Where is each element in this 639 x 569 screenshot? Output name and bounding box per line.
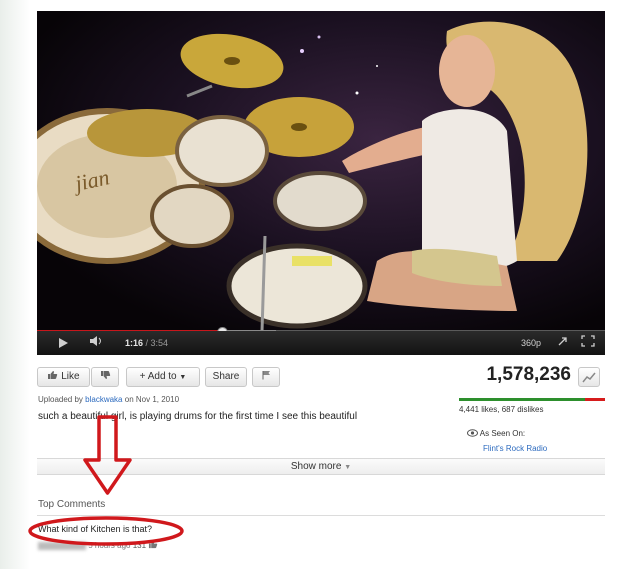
youtube-page: jian 1:16 / 3:54 360p Like + Add to ▼ Sh… xyxy=(0,0,639,569)
red-circle-annotation xyxy=(28,516,184,546)
red-annotation-overlay xyxy=(28,415,184,546)
red-down-arrow-icon xyxy=(83,415,132,495)
